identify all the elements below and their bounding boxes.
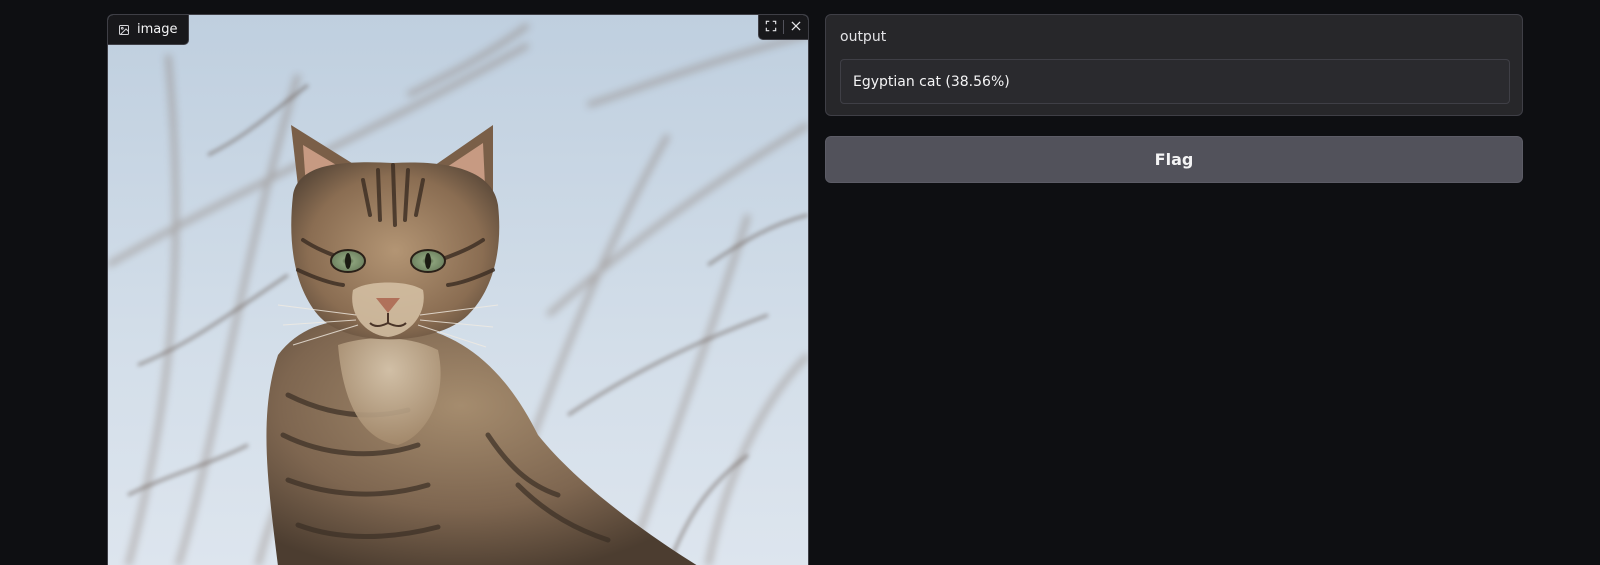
image-toolbar <box>758 15 808 40</box>
output-label: output <box>840 29 887 45</box>
close-icon <box>789 18 803 37</box>
cat-photo <box>108 15 808 565</box>
flag-button-label: Flag <box>1154 150 1194 169</box>
output-panel: output Egyptian cat (38.56%) <box>825 14 1523 116</box>
fullscreen-icon <box>764 18 778 37</box>
clear-image-button[interactable] <box>784 15 808 39</box>
output-textbox[interactable]: Egyptian cat (38.56%) <box>840 59 1510 104</box>
image-input-panel[interactable]: image <box>107 14 809 565</box>
app-root: image output Egyptian cat (38.56%) Flag <box>0 0 1600 565</box>
output-value: Egyptian cat (38.56%) <box>853 73 1010 90</box>
image-label-text: image <box>137 22 178 37</box>
image-block-label: image <box>108 15 189 45</box>
image-icon <box>118 24 130 36</box>
fullscreen-button[interactable] <box>759 15 783 39</box>
flag-button[interactable]: Flag <box>825 136 1523 183</box>
